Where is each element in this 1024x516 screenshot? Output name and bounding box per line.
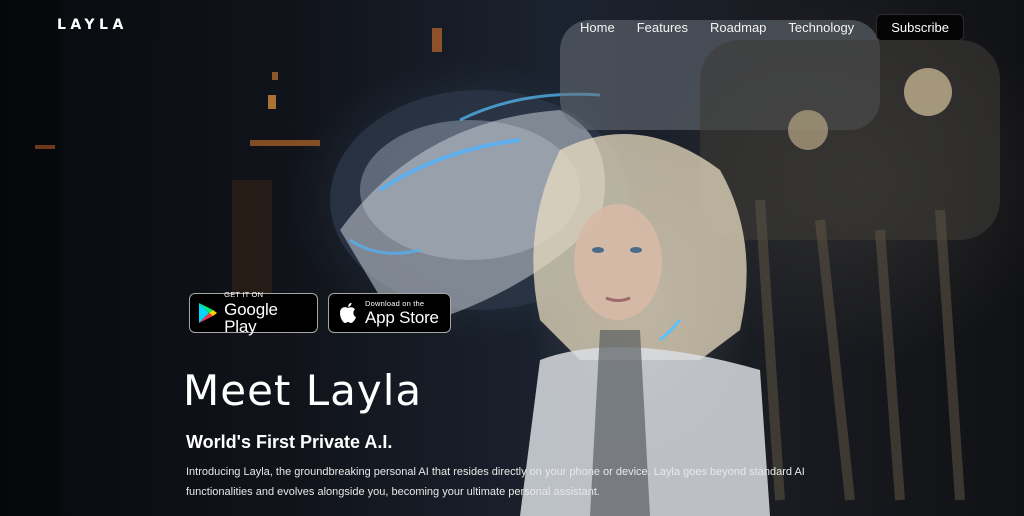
apple-icon — [337, 301, 359, 325]
app-store-badge[interactable]: Download on the App Store — [328, 293, 451, 333]
nav-link-home[interactable]: Home — [580, 20, 615, 35]
hero-subtitle: World's First Private A.I. — [186, 432, 393, 452]
nav-link-roadmap[interactable]: Roadmap — [710, 20, 766, 35]
hero-title: Meet Layla — [183, 366, 423, 415]
apple-badge-caption: Download on the — [365, 298, 425, 308]
hero-background-image — [0, 0, 1000, 516]
nav-link-technology[interactable]: Technology — [788, 20, 854, 35]
subscribe-button[interactable]: Subscribe — [876, 14, 964, 41]
top-nav: LAYLA Home Features Roadmap Technology S… — [0, 0, 1024, 52]
nav-link-features[interactable]: Features — [637, 20, 688, 35]
google-badge-caption: GET IT ON — [224, 290, 264, 300]
brand-logo[interactable]: LAYLA — [57, 17, 128, 33]
hero-section: LAYLA Home Features Roadmap Technology S… — [0, 0, 1024, 516]
apple-badge-title: App Store — [365, 308, 439, 328]
store-badges: GET IT ON Google Play Download on the Ap… — [189, 290, 451, 336]
google-play-badge[interactable]: GET IT ON Google Play — [189, 290, 318, 336]
hero-intro-text: Introducing Layla, the groundbreaking pe… — [186, 466, 805, 498]
nav-links: Home Features Roadmap Technology Subscri… — [580, 14, 964, 41]
google-badge-title: Google Play — [224, 299, 278, 336]
google-play-icon — [198, 301, 218, 325]
